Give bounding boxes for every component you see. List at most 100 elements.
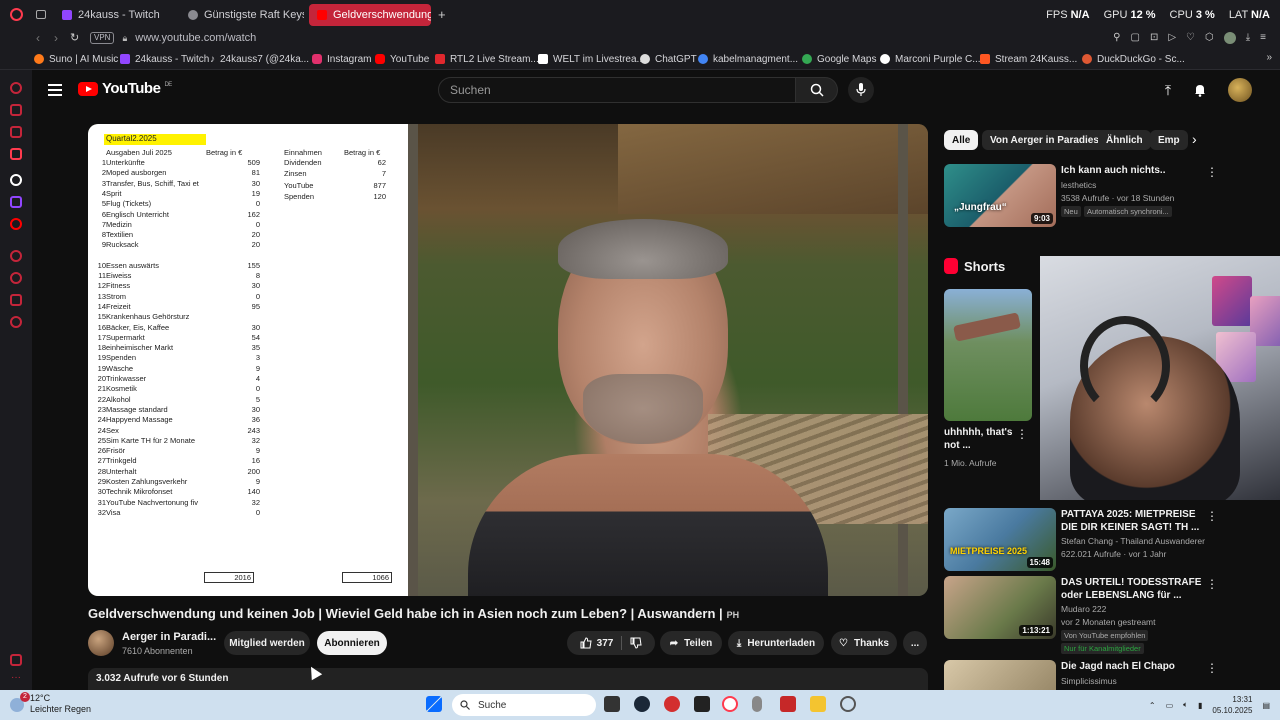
menu-icon[interactable]: ≡ bbox=[1260, 32, 1266, 44]
recommended-video[interactable]: 1:13:21 DAS URTEIL! TODESSTRAFE oder LEB… bbox=[944, 576, 1234, 656]
settings-gear-icon[interactable] bbox=[840, 696, 856, 712]
reload-icon[interactable]: ↻ bbox=[70, 31, 79, 44]
bookmark-item[interactable]: Marconi Purple C... bbox=[880, 51, 981, 67]
video-title[interactable]: DAS URTEIL! TODESSTRAFE oder LEBENSLANG … bbox=[1061, 576, 1211, 602]
heart-icon[interactable]: ♡ bbox=[1186, 32, 1195, 44]
bookmarks-overflow-icon[interactable]: » bbox=[1266, 52, 1272, 63]
chip-all[interactable]: Alle bbox=[944, 130, 979, 150]
video-thumbnail[interactable]: MIETPREISE 2025 15:48 bbox=[944, 508, 1056, 571]
channel-name[interactable]: Aerger in Paradi... bbox=[122, 631, 216, 643]
tab-youtube-video[interactable]: Geldverschwendung u bbox=[309, 4, 431, 26]
channel-name[interactable]: Stefan Chang - Thailand Auswanderer bbox=[1061, 536, 1205, 546]
media-icon[interactable] bbox=[10, 148, 22, 160]
channel-name[interactable]: Mudaro 222 bbox=[1061, 604, 1106, 614]
bookmark-item[interactable]: Suno | AI Music bbox=[34, 51, 118, 67]
like-button[interactable]: 377 bbox=[572, 637, 622, 649]
description-box[interactable]: 3.032 Aufrufe vor 6 Stunden bbox=[88, 668, 928, 690]
download-button[interactable]: ⤓ Herunterladen bbox=[728, 631, 824, 655]
windows-start-icon[interactable] bbox=[426, 696, 442, 712]
video-title[interactable]: Ich kann auch nichts.. bbox=[1061, 164, 1211, 177]
pin-icon[interactable]: ⚲ bbox=[1113, 32, 1120, 44]
more-options-icon[interactable]: ⋮ bbox=[1206, 166, 1218, 178]
bookmark-item[interactable]: WELT im Livestrea... bbox=[538, 51, 645, 67]
player-icon[interactable]: ▷ bbox=[1168, 32, 1176, 44]
tray-chevron-icon[interactable]: ⌃ bbox=[1149, 701, 1156, 710]
extensions-sidebar-icon[interactable] bbox=[10, 294, 22, 306]
download-icon[interactable]: ⤓ bbox=[1246, 32, 1250, 44]
vpn-badge[interactable]: VPN bbox=[90, 32, 115, 44]
subscribe-button[interactable]: Abonnieren bbox=[317, 631, 387, 655]
settings-icon[interactable] bbox=[10, 316, 22, 328]
tab-raft-keys[interactable]: Günstigste Raft Keys bbox=[180, 4, 304, 26]
chip-related[interactable]: Ähnlich bbox=[1098, 130, 1151, 150]
chip-recommended[interactable]: Emp bbox=[1150, 130, 1188, 150]
weather-widget[interactable]: 12°C Leichter Regen bbox=[30, 693, 91, 715]
tab-overview-icon[interactable] bbox=[36, 10, 46, 19]
dislike-button[interactable] bbox=[622, 637, 650, 649]
chips-next-icon[interactable]: › bbox=[1192, 131, 1197, 147]
thanks-button[interactable]: ♡ Thanks bbox=[831, 631, 897, 655]
notifications-bell-icon[interactable] bbox=[1192, 82, 1208, 98]
file-explorer-icon[interactable] bbox=[810, 696, 826, 712]
search-input[interactable]: Suchen bbox=[438, 77, 796, 103]
recommended-video[interactable]: Die Jagd nach El Chapo Simplicissimus ⋮ bbox=[944, 660, 1234, 690]
clock[interactable]: 13:31 05.10.2025 bbox=[1212, 694, 1252, 716]
task-view-icon[interactable] bbox=[604, 696, 620, 712]
bookmark-item[interactable]: kabelmanagment... bbox=[698, 51, 798, 67]
app-icon[interactable] bbox=[780, 696, 796, 712]
back-icon[interactable]: ‹ bbox=[36, 31, 40, 45]
join-button[interactable]: Mitglied werden bbox=[224, 631, 310, 655]
bookmark-item[interactable]: Instagram bbox=[312, 51, 371, 67]
tiktok-sidebar-icon[interactable] bbox=[10, 174, 22, 186]
player-sidebar-icon[interactable] bbox=[10, 250, 22, 262]
recommended-video[interactable]: „Jungfrau“ 9:03 Ich kann auch nichts.. l… bbox=[944, 164, 1234, 230]
video-thumbnail[interactable]: 1:13:21 bbox=[944, 576, 1056, 639]
snapshot-icon[interactable]: ▢ bbox=[1130, 32, 1139, 44]
more-options-icon[interactable]: ⋮ bbox=[1206, 662, 1218, 674]
video-title[interactable]: Die Jagd nach El Chapo bbox=[1061, 660, 1211, 673]
video-thumbnail[interactable]: „Jungfrau“ 9:03 bbox=[944, 164, 1056, 227]
pinboard-icon[interactable] bbox=[10, 126, 22, 138]
bookmark-item[interactable]: Google Maps bbox=[802, 51, 876, 67]
new-tab-button[interactable]: + bbox=[438, 7, 446, 22]
opera-menu-icon[interactable] bbox=[10, 8, 23, 21]
profile-icon[interactable] bbox=[1223, 32, 1236, 44]
bookmark-item[interactable]: ♪ 24kauss7 (@24ka... bbox=[210, 51, 309, 67]
bookmark-item[interactable]: Stream 24Kauss... bbox=[980, 51, 1077, 67]
recommended-video[interactable]: MIETPREISE 2025 15:48 PATTAYA 2025: MIET… bbox=[944, 508, 1234, 574]
notifications-icon[interactable]: ▤ bbox=[1262, 701, 1270, 710]
workspaces-icon[interactable] bbox=[10, 104, 22, 116]
gx-icon[interactable] bbox=[10, 654, 22, 666]
mouse-app-icon[interactable] bbox=[752, 696, 762, 712]
network-icon[interactable]: ▭ bbox=[1166, 701, 1174, 710]
youtube-sidebar-icon[interactable] bbox=[10, 218, 22, 230]
forward-icon[interactable]: › bbox=[54, 31, 58, 45]
bookmark-item[interactable]: DuckDuckGo - Sc... bbox=[1082, 51, 1185, 67]
history-icon[interactable] bbox=[10, 272, 22, 284]
bookmark-icon[interactable]: ⊡ bbox=[1150, 32, 1158, 44]
sidebar-more-icon[interactable]: ··· bbox=[11, 672, 21, 683]
menu-icon[interactable] bbox=[48, 84, 62, 96]
more-options-icon[interactable]: ⋮ bbox=[1206, 510, 1218, 522]
channel-avatar[interactable] bbox=[88, 630, 114, 656]
video-thumbnail[interactable] bbox=[944, 660, 1056, 690]
bookmark-item[interactable]: RTL2 Live Stream... bbox=[435, 51, 539, 67]
short-more-icon[interactable]: ⋮ bbox=[1016, 428, 1028, 440]
youtube-logo[interactable]: YouTube DE bbox=[78, 80, 172, 97]
bookmark-item[interactable]: ChatGPT bbox=[640, 51, 697, 67]
battery-icon[interactable]: ▮ bbox=[1198, 701, 1202, 710]
short-title[interactable]: uhhhhh, that's not ... bbox=[944, 426, 1014, 452]
twitch-sidebar-icon[interactable] bbox=[10, 196, 22, 208]
channel-name[interactable]: Simplicissimus bbox=[1061, 676, 1117, 686]
steam-icon[interactable] bbox=[634, 696, 650, 712]
tab-twitch[interactable]: 24kauss - Twitch bbox=[54, 4, 172, 26]
bookmark-item[interactable]: 24kauss - Twitch bbox=[120, 51, 209, 67]
user-avatar[interactable] bbox=[1228, 78, 1252, 102]
short-thumbnail[interactable] bbox=[944, 289, 1032, 421]
voice-search-button[interactable] bbox=[848, 77, 874, 103]
volume-icon[interactable]: 🔈︎ bbox=[1183, 700, 1188, 710]
aria-icon[interactable] bbox=[10, 82, 22, 94]
app-red-icon[interactable] bbox=[664, 696, 680, 712]
bookmark-item[interactable]: YouTube bbox=[375, 51, 429, 67]
more-actions-button[interactable]: ... bbox=[903, 631, 927, 655]
